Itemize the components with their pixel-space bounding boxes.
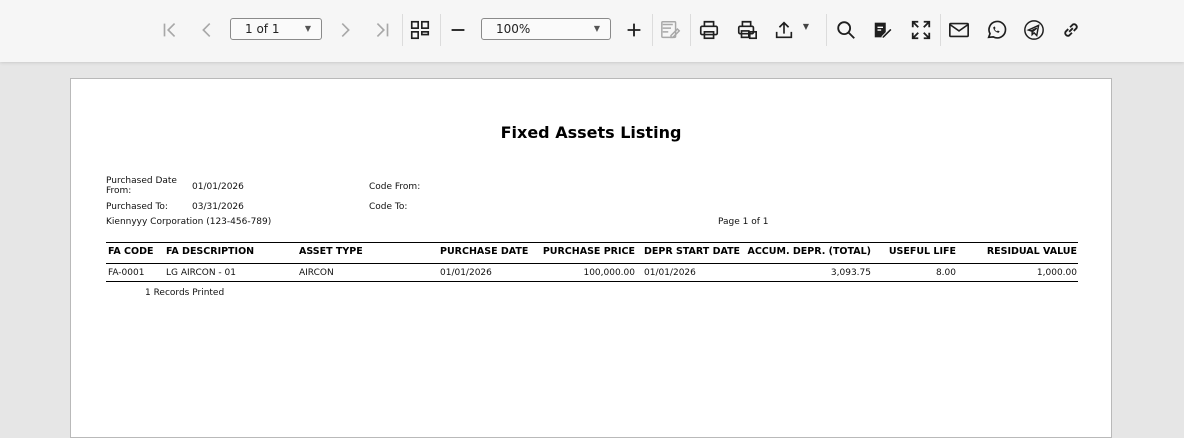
email-icon (949, 22, 969, 38)
table-top-rule (106, 242, 1078, 243)
cell-fa-code: FA-0001 (108, 268, 145, 278)
previous-page-icon (202, 22, 211, 38)
table-bottom-rule (106, 281, 1078, 282)
purchased-to-label: Purchased To: (106, 202, 168, 212)
records-printed: 1 Records Printed (145, 288, 225, 298)
search-button[interactable] (830, 14, 862, 46)
export-icon (775, 21, 793, 39)
chevron-down-icon: ▼ (593, 24, 600, 33)
cell-purchase-price: 100,000.00 (583, 268, 635, 278)
header-bottom-rule (106, 263, 1078, 264)
last-page-button[interactable] (366, 14, 398, 46)
column-header-fa-description: FA DESCRIPTION (166, 246, 255, 257)
zoom-out-button[interactable] (442, 14, 474, 46)
toolbar-separator (826, 14, 827, 46)
whatsapp-icon (987, 20, 1007, 39)
thumbnails-icon (410, 20, 430, 40)
column-header-purchase-price: PURCHASE PRICE (542, 246, 635, 257)
print-layout-button[interactable] (731, 14, 763, 46)
zoom-in-button[interactable] (618, 14, 650, 46)
purchased-date-from-value: 01/01/2026 (192, 182, 244, 192)
column-header-purchase-date: PURCHASE DATE (440, 246, 529, 257)
toolbar-separator (652, 14, 653, 46)
chevron-down-icon: ▼ (802, 21, 810, 31)
fullscreen-icon (911, 20, 931, 40)
telegram-button[interactable] (1018, 14, 1050, 46)
link-button[interactable] (1055, 14, 1087, 46)
page-indicator: 1 of 1 (245, 22, 280, 36)
cell-useful-life: 8.00 (935, 268, 956, 278)
cell-purchase-date: 01/01/2026 (440, 268, 492, 278)
purchased-to-value: 03/31/2026 (192, 202, 244, 212)
next-page-button[interactable] (329, 14, 361, 46)
first-page-button[interactable] (154, 14, 186, 46)
export-dropdown-button[interactable]: ▼ (796, 14, 816, 46)
cell-residual-value: 1,000.00 (1036, 268, 1077, 278)
zoom-out-icon (451, 29, 465, 31)
edit-form-icon (661, 21, 681, 39)
toolbar-separator (690, 14, 691, 46)
whatsapp-button[interactable] (980, 14, 1012, 46)
next-page-icon (341, 22, 350, 38)
thumbnails-button[interactable] (404, 14, 436, 46)
report-page: Fixed Assets Listing Purchased Date From… (70, 78, 1112, 438)
column-header-useful-life: USEFUL LIFE (888, 246, 956, 257)
code-from-label: Code From: (369, 182, 421, 192)
column-header-depr-start-date: DEPR START DATE (644, 246, 741, 257)
toolbar-separator (402, 14, 403, 46)
column-header-fa-code: FA CODE (108, 246, 154, 257)
search-icon (837, 21, 855, 39)
link-icon (1064, 23, 1078, 37)
cell-accum-depr: 3,093.75 (830, 268, 871, 278)
editing-icon (874, 22, 893, 39)
toolbar-separator (940, 14, 941, 46)
zoom-in-icon (627, 23, 641, 37)
zoom-selector[interactable]: 100% ▼ (481, 18, 611, 40)
editing-button[interactable] (867, 14, 899, 46)
first-page-icon (163, 22, 176, 38)
page-selector[interactable]: 1 of 1 ▼ (230, 18, 322, 40)
code-to-label: Code To: (369, 202, 408, 212)
toolbar-separator (440, 14, 441, 46)
cell-asset-type: AIRCON (299, 268, 334, 278)
fullscreen-button[interactable] (905, 14, 937, 46)
company-name: Kiennyyy Corporation (123-456-789) (106, 217, 272, 227)
previous-page-button[interactable] (191, 14, 223, 46)
column-header-asset-type: ASSET TYPE (299, 246, 363, 257)
zoom-value: 100% (496, 22, 531, 36)
column-header-accum-depr: ACCUM. DEPR. (TOTAL) (747, 246, 871, 257)
email-button[interactable] (943, 14, 975, 46)
column-header-residual-value: RESIDUAL VALUE (986, 246, 1077, 257)
report-viewer-toolbar: 1 of 1 ▼ 100% ▼ ▼ (0, 0, 1184, 62)
chevron-down-icon: ▼ (304, 24, 311, 33)
purchased-date-from-label: Purchased Date From: (106, 176, 177, 196)
report-title: Fixed Assets Listing (500, 123, 682, 142)
edit-form-button[interactable] (655, 14, 687, 46)
last-page-icon (376, 22, 389, 38)
cell-fa-description: LG AIRCON - 01 (166, 268, 236, 278)
telegram-icon (1024, 20, 1044, 40)
print-layout-icon (737, 20, 757, 40)
print-button[interactable] (693, 14, 725, 46)
print-icon (699, 20, 719, 40)
page-info: Page 1 of 1 (718, 217, 769, 227)
cell-depr-start-date: 01/01/2026 (644, 268, 696, 278)
